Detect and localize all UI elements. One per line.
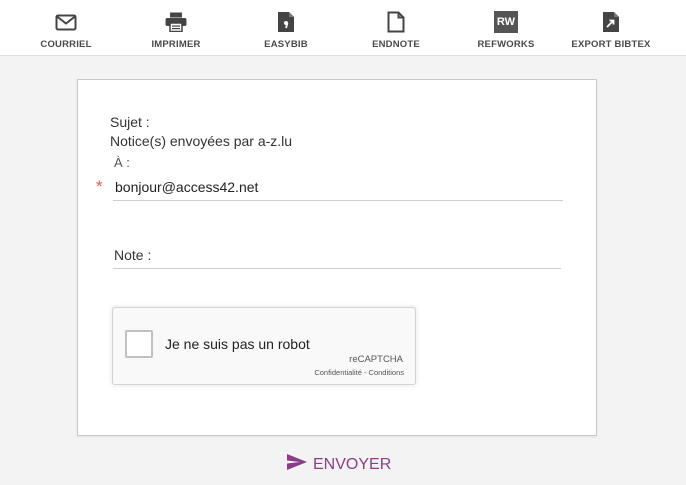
endnote-button-label: ENDNOTE [372, 39, 420, 50]
printer-icon [121, 10, 231, 34]
subject-value: Notice(s) envoyées par a-z.lu [110, 133, 293, 149]
export-document-icon [556, 10, 666, 34]
email-button-label: COURRIEL [40, 39, 92, 50]
recaptcha-widget: Je ne suis pas un robot reCAPTCHA Confid… [112, 307, 416, 385]
easybib-button[interactable]: EASYBIB [231, 10, 341, 50]
easybib-button-label: EASYBIB [264, 39, 308, 50]
refworks-button-label: REFWORKS [477, 39, 535, 50]
recaptcha-links: Confidentialité - Conditions [314, 368, 404, 377]
export-toolbar: COURRIEL IMPRIMER EASYBIB ENDNOTE RW REF… [0, 0, 686, 56]
print-button[interactable]: IMPRIMER [121, 10, 231, 50]
note-label: Note : [114, 247, 152, 263]
document-icon [341, 10, 451, 34]
note-field[interactable] [153, 246, 557, 268]
endnote-button[interactable]: ENDNOTE [341, 10, 451, 50]
email-button[interactable]: COURRIEL [11, 10, 121, 50]
email-form-card: Sujet : Notice(s) envoyées par a-z.lu À … [77, 79, 597, 436]
easybib-icon [231, 10, 341, 34]
recaptcha-terms-link[interactable]: Conditions [369, 368, 404, 377]
required-indicator: * [96, 177, 103, 196]
recaptcha-privacy-link[interactable]: Confidentialité [314, 368, 362, 377]
print-button-label: IMPRIMER [151, 39, 201, 50]
recaptcha-checkbox[interactable] [125, 330, 153, 358]
recaptcha-link-separator: - [361, 368, 369, 377]
recipient-email-field[interactable] [113, 174, 563, 201]
refworks-badge: RW [494, 11, 518, 33]
export-bibtex-button-label: EXPORT BIBTEX [571, 39, 651, 50]
send-icon [286, 453, 308, 476]
subject-label: Sujet : [110, 114, 150, 130]
refworks-button[interactable]: RW REFWORKS [451, 10, 561, 50]
recipient-label: À : [114, 155, 130, 170]
envelope-icon [11, 10, 121, 34]
export-bibtex-button[interactable]: EXPORT BIBTEX [556, 10, 666, 50]
recaptcha-label: Je ne suis pas un robot [165, 336, 310, 352]
recaptcha-brand: reCAPTCHA [349, 354, 403, 365]
refworks-icon: RW [451, 10, 561, 34]
send-button[interactable]: ENVOYER [286, 453, 391, 476]
send-button-label: ENVOYER [313, 455, 392, 473]
